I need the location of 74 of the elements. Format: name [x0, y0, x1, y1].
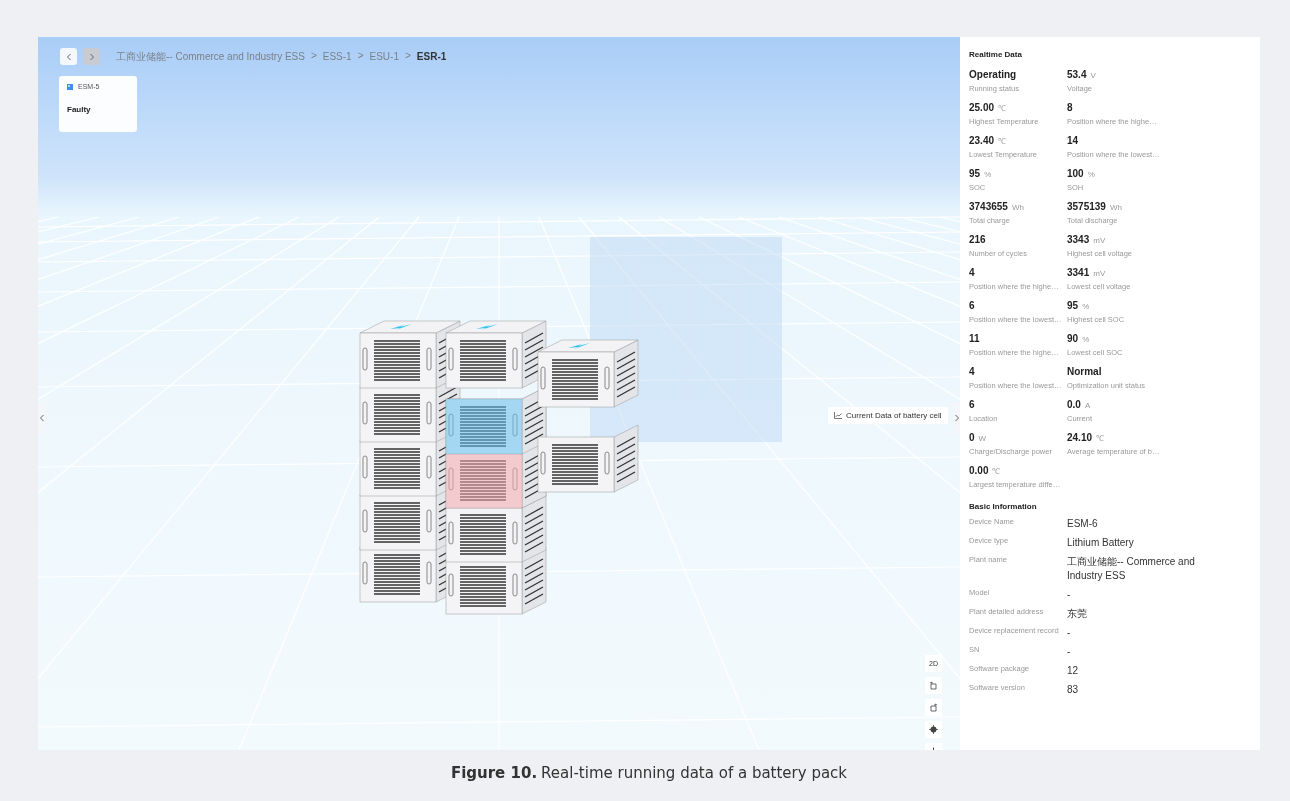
metric-value: 95: [1067, 300, 1079, 311]
metric-value: 23.40: [969, 135, 995, 146]
info-value: Lithium Battery: [1067, 536, 1135, 550]
info-value: 工商业储能-- Commerce and Industry ESS: [1067, 555, 1196, 583]
collapse-tab[interactable]: [953, 403, 960, 433]
info-value: ESM-6: [1067, 517, 1099, 531]
metric-unit: %: [1087, 170, 1095, 179]
metric-value: 3743655: [969, 201, 1008, 212]
metric-unit: %: [984, 170, 992, 179]
rotate-left-icon: [929, 681, 938, 690]
chevron-left-icon: [65, 52, 72, 61]
target-icon: [929, 725, 938, 734]
info-value: -: [1067, 588, 1072, 602]
breadcrumb-separator: >: [405, 49, 411, 63]
metric-value: 6: [969, 399, 975, 410]
back-button[interactable]: [60, 48, 77, 65]
metric-unit: V: [1090, 71, 1096, 80]
info-value: 83: [1067, 683, 1080, 697]
info-value: 东莞: [1067, 607, 1088, 621]
metric-unit: Wh: [1109, 203, 1122, 212]
metric-unit: W: [978, 434, 987, 443]
chevron-right-icon: [88, 52, 95, 61]
metric-unit: ℃: [992, 466, 1001, 476]
metric-value: Operating: [969, 69, 1017, 80]
metric-value: 8: [1067, 102, 1073, 113]
metric-value: 216: [969, 234, 986, 245]
rotate-right-icon: [929, 703, 938, 712]
metric-value: 100: [1067, 168, 1084, 179]
metric-value: 3575139: [1067, 201, 1106, 212]
metric-value: 25.00: [969, 102, 995, 113]
breadcrumb-link[interactable]: ESR-1: [416, 49, 447, 64]
forward-button[interactable]: [83, 48, 100, 65]
info-value: 12: [1067, 664, 1080, 678]
metric-unit: %: [1082, 302, 1090, 311]
figure-caption: Figure 10. Real-time running data of a battery pack: [449, 764, 849, 782]
metric-value: 14: [1067, 135, 1079, 146]
metric-value: 24.10: [1067, 432, 1093, 443]
collapse-tab[interactable]: [38, 403, 45, 433]
metric-unit: Wh: [1011, 203, 1024, 212]
breadcrumb-separator: >: [310, 49, 317, 63]
rotate-left-button[interactable]: [925, 677, 942, 694]
chart-icon: [834, 412, 842, 419]
rotate-right-button[interactable]: [925, 699, 942, 716]
target-button[interactable]: [925, 721, 942, 738]
info-value: -: [1067, 645, 1072, 659]
module-status: Faulty: [67, 105, 91, 114]
metric-unit: ℃: [998, 103, 1007, 113]
metric-value: 90: [1067, 333, 1079, 344]
metric-value: 53.4: [1067, 69, 1087, 80]
metric-value: 4: [969, 267, 975, 278]
metric-unit: A: [1084, 401, 1091, 410]
metric-value: 0.00: [969, 465, 989, 476]
cell-data-button[interactable]: Current Data of battery cell: [828, 407, 948, 424]
metric-value: 3341: [1067, 267, 1090, 278]
chevron-left-icon: [38, 414, 45, 422]
info-value: -: [1067, 626, 1072, 640]
metric-value: Normal: [1067, 366, 1102, 377]
chevron-right-icon: [953, 414, 960, 422]
metric-value: 6: [969, 300, 975, 311]
section-title: Realtime Data: [969, 50, 1023, 59]
metric-unit: %: [1082, 335, 1090, 344]
metric-value: 95: [969, 168, 981, 179]
metric-value: 11: [969, 333, 980, 344]
section-title: Basic Information: [969, 502, 1038, 511]
metric-unit: mV: [1093, 236, 1106, 245]
metric-value: 3343: [1067, 234, 1090, 245]
module-icon: [67, 83, 73, 90]
metric-value: 0.0: [1067, 399, 1081, 410]
metric-unit: mV: [1093, 269, 1106, 278]
metric-unit: ℃: [1096, 433, 1105, 443]
breadcrumb-separator: >: [357, 49, 364, 63]
metric-value: 4: [969, 366, 975, 377]
metric-value: 0: [969, 432, 975, 443]
metric-unit: ℃: [998, 136, 1007, 146]
